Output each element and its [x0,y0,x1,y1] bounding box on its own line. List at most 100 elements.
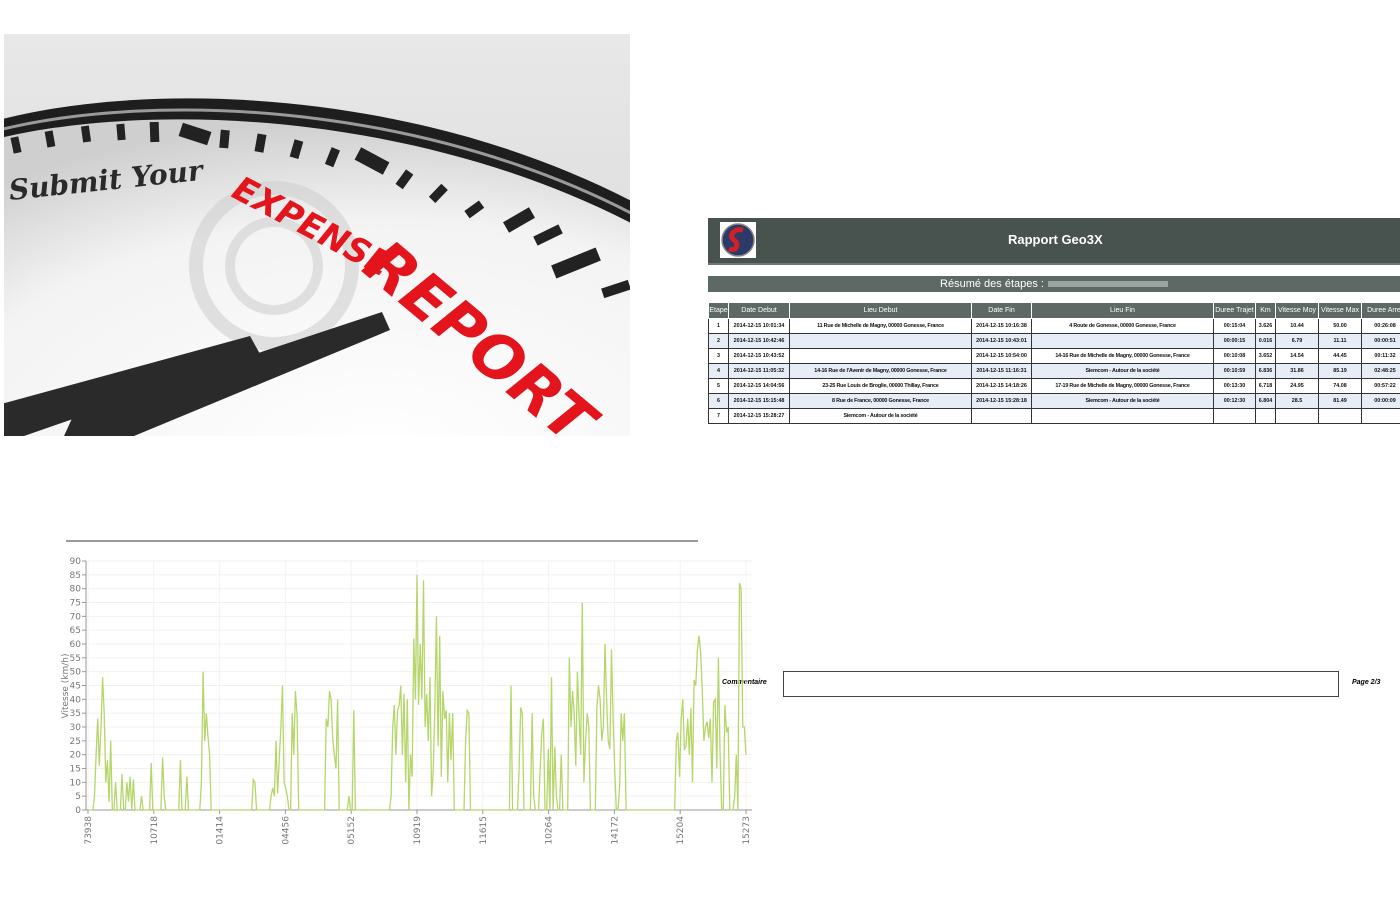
table-cell-vmax: 74.08 [1318,378,1362,394]
y-tick-label: 15 [70,765,81,775]
table-cell-date-fin [971,408,1032,424]
column-header: Date Debut [728,302,790,319]
table-cell-lieu-debut: Siemcom - Autour de la société [789,408,972,424]
comment-field[interactable] [783,671,1339,697]
y-tick-label: 45 [70,682,81,692]
table-cell-duree: 00:10:08 [1213,348,1256,364]
summary-bar: Résumé des étapes : [708,276,1400,292]
table-cell-lieu-debut: 14-16 Rue de l'Avenir de Magny, 00000 Go… [789,363,972,379]
table-cell-arret: 00:26:08 [1361,318,1400,334]
table-cell-date-fin: 2014-12-15 10:54:00 [971,348,1032,364]
table-cell-arret: 00:00:09 [1361,393,1400,409]
table-cell-duree: 00:12:30 [1213,393,1256,409]
table-cell-vmax [1318,408,1362,424]
table-cell-vmax: 81.49 [1318,393,1362,409]
y-tick-label: 10 [70,778,82,788]
y-tick-label: 85 [70,571,81,581]
page-number: Page 2/3 [1352,679,1381,686]
table-cell-date-fin: 2014-12-15 15:28:18 [971,393,1032,409]
table-cell-date-fin: 2014-12-15 14:18:26 [971,378,1032,394]
table-cell-etape: 5 [708,378,729,394]
x-tick-label: 11615 [479,816,489,845]
x-tick-label: 10264 [545,816,555,845]
y-axis-ticks: 0 5 10 15 20 25 30 35 40 45 50 55 60 65 70 75 80 85 90 [70,557,86,816]
x-tick-label: 10718 [150,816,160,845]
table-cell-arret: 00:57:22 [1361,378,1400,394]
table-cell-arret: 00:00:51 [1361,333,1400,349]
table-cell-duree: 00:13:30 [1213,378,1256,394]
table-cell-date-debut: 2014-12-15 15:15:48 [728,393,790,409]
table-cell-vmoy: 28.5 [1275,393,1319,409]
table-cell-date-debut: 2014-12-15 10:01:34 [728,318,790,334]
table-cell-km: 3.652 [1255,348,1276,364]
x-tick-label: 14172 [610,816,620,845]
column-header: Vitesse Moy [1275,302,1319,319]
table-cell-km: 0.016 [1255,333,1276,349]
table-row: 2 2014-12-15 10:42:46 2014-12-15 10:43:01 0… [708,333,1400,349]
table-cell-date-debut: 2014-12-15 15:28:27 [728,408,790,424]
table-row: 4 2014-12-15 11:05:32 14-16 Rue de l'Aveni… [708,363,1400,379]
table-cell-date-debut: 2014-12-15 14:04:56 [728,378,790,394]
table-cell-vmax: 11.11 [1318,333,1362,349]
column-header: Etape [708,302,729,319]
table-cell-lieu-debut [789,333,972,349]
table-cell-km: 3.626 [1255,318,1276,334]
table-cell-etape: 7 [708,408,729,424]
table-cell-km: 6.718 [1255,378,1276,394]
y-tick-label: 75 [70,599,81,609]
expense-report-illustration: Submit Your EXPENSE REPORT [4,34,630,436]
y-tick-label: 5 [75,792,81,802]
table-cell-date-debut: 2014-12-15 11:05:32 [728,363,790,379]
x-tick-label: 73938 [84,816,94,845]
table-cell-lieu-fin [1031,333,1214,349]
table-cell-duree [1213,408,1256,424]
x-tick-label: 01414 [216,816,226,845]
table-cell-lieu-fin: Siemcom - Autour de la société [1031,393,1214,409]
y-tick-label: 30 [70,723,82,733]
table-cell-vmoy: 6.79 [1275,333,1319,349]
y-tick-label: 80 [70,585,82,595]
column-header: Date Fin [971,302,1032,319]
table-row: 1 2014-12-15 10:01:34 11 Rue de Michelle d… [708,318,1400,334]
table-cell-km [1255,408,1276,424]
y-tick-label: 60 [70,640,82,650]
clock-face-graphic: Submit Your EXPENSE REPORT [4,34,630,436]
table-cell-etape: 1 [708,318,729,334]
table-cell-date-debut: 2014-12-15 10:43:52 [728,348,790,364]
table-cell-vmoy: 10.44 [1275,318,1319,334]
stages-table: Etape Date Debut Lieu Debut Date Fin Lieu Fi… [708,302,1400,424]
report-title: Rapport Geo3X [1008,232,1103,247]
y-tick-label: 50 [70,668,82,678]
x-tick-label: 15273 [742,816,752,845]
stages-header-row: Etape Date Debut Lieu Debut Date Fin Lieu Fi… [708,302,1400,319]
table-cell-duree: 00:00:15 [1213,333,1256,349]
table-row: 6 2014-12-15 15:15:48 8 Rue de France, 000… [708,393,1400,409]
y-tick-label: 65 [70,626,81,636]
table-cell-duree: 00:15:04 [1213,318,1256,334]
table-cell-vmoy [1275,408,1319,424]
table-cell-lieu-debut: 11 Rue de Michelle de Magny, 00000 Gones… [789,318,972,334]
table-cell-km: 6.804 [1255,393,1276,409]
x-tick-label: 04456 [281,816,291,845]
column-header: Lieu Fin [1031,302,1214,319]
table-row: 7 2014-12-15 15:28:27 Siemcom - Autour de … [708,408,1400,424]
table-cell-etape: 6 [708,393,729,409]
x-tick-label: 10919 [413,816,423,845]
table-cell-lieu-debut [789,348,972,364]
table-cell-vmoy: 24.95 [1275,378,1319,394]
x-axis-ticks: 73938 10718 01414 04456 05152 10919 11615 10264… [84,810,752,845]
report-header: Rapport Geo3X [708,218,1400,265]
y-tick-label: 70 [70,612,82,622]
x-tick-label: 15204 [676,816,686,845]
redacted-name [1047,281,1168,288]
table-cell-arret: 00:11:32 [1361,348,1400,364]
table-row: 3 2014-12-15 10:43:52 2014-12-15 10:54:00 1… [708,348,1400,364]
y-tick-label: 25 [70,737,81,747]
table-cell-lieu-fin: 4 Route de Gonesse, 00000 Gonesse, Franc… [1031,318,1214,334]
speed-chart: 0 5 10 15 20 25 30 35 40 45 50 55 60 65 70 75 80 85 90 739… [61,540,752,845]
table-cell-date-fin: 2014-12-15 10:16:38 [971,318,1032,334]
x-tick-label: 05152 [347,816,357,845]
table-cell-vmoy: 14.54 [1275,348,1319,364]
column-header: Duree Trajet [1213,302,1256,319]
table-cell-lieu-debut: 23-25 Rue Louis de Broglie, 00000 Thilla… [789,378,972,394]
